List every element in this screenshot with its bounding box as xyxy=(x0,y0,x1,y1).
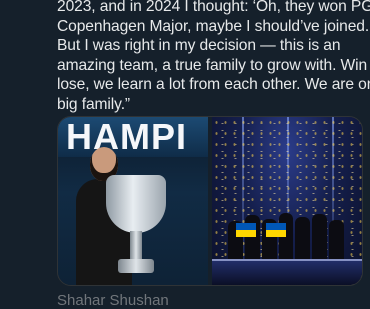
tweet-text: 2023, and in 2024 I thought: ‘Oh, they w… xyxy=(57,0,370,115)
next-post-author-name[interactable]: Shahar Shushan xyxy=(57,292,169,309)
tweet-text-line: amazing team, a true family to grow with… xyxy=(57,56,370,74)
ukraine-flag-icon xyxy=(266,223,286,237)
tweet-text-line: But I was right in my decision — this is… xyxy=(57,37,341,55)
tweet-text-line: lose, we learn a lot from each other. We… xyxy=(57,76,370,94)
tweet-text-line: 2023, and in 2024 I thought: ‘Oh, they w… xyxy=(57,0,370,15)
stage-floor xyxy=(212,259,362,285)
trophy-icon xyxy=(106,175,166,233)
photo-team-on-stage[interactable] xyxy=(212,117,362,285)
tweet-text-line: Copenhagen Major, maybe I should’ve join… xyxy=(57,17,370,35)
media-grid: HAMPI xyxy=(57,116,363,286)
tweet-text-line: big family.” xyxy=(57,95,131,113)
trophy-base xyxy=(118,259,154,273)
champions-banner: HAMPI xyxy=(58,117,208,157)
photo-player-with-trophy[interactable]: HAMPI xyxy=(58,117,208,285)
ukraine-flag-icon xyxy=(236,223,256,237)
trophy-stem xyxy=(130,231,142,261)
